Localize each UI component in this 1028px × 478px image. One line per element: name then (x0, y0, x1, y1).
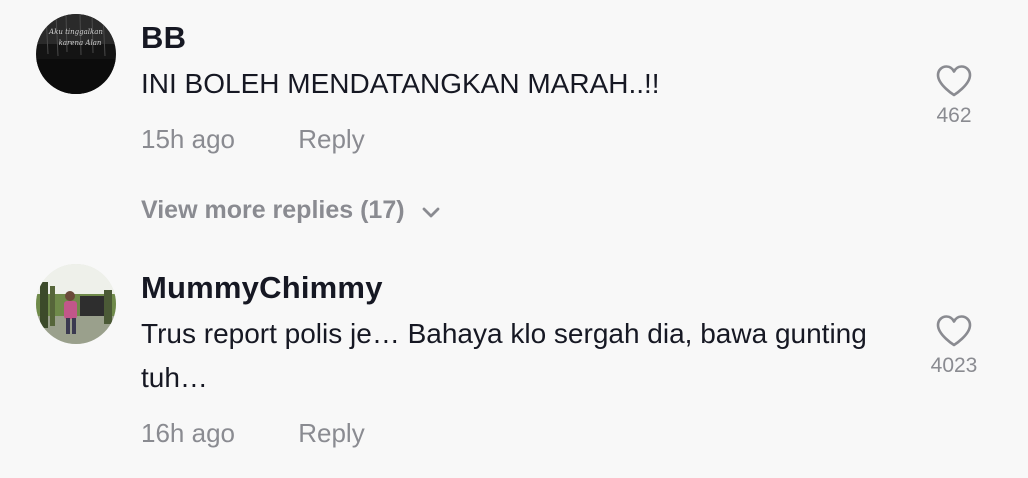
avatar[interactable] (36, 264, 116, 344)
comment-text: Trus report polis je… Bahaya klo sergah … (141, 318, 867, 393)
view-more-replies-button[interactable]: View more replies (17) (141, 196, 440, 226)
heart-outline-icon (936, 315, 972, 347)
view-more-label: View more replies (17) (141, 196, 405, 224)
comment-meta: 15h ago Reply (141, 124, 365, 155)
comment-meta: 16h ago Reply (141, 418, 365, 449)
avatar[interactable]: Aku tinggalkan karena Alan (36, 14, 116, 94)
avatar-caption-2: karena Alan (59, 39, 102, 47)
comment-username[interactable]: MummyChimmy (141, 270, 383, 306)
comment-text: INI BOLEH MENDATANGKAN MARAH..!! (141, 68, 660, 99)
heart-outline-icon (936, 65, 972, 97)
like-button[interactable]: 4023 (914, 314, 994, 378)
comment-time: 15h ago (141, 124, 235, 154)
reply-button[interactable]: Reply (298, 418, 364, 449)
chevron-down-icon (422, 197, 440, 226)
like-button[interactable]: 462 (914, 64, 994, 128)
avatar-caption-1: Aku tinggalkan (48, 28, 103, 36)
like-count: 462 (936, 104, 972, 127)
reply-button[interactable]: Reply (298, 124, 364, 155)
comment-username[interactable]: BB (141, 20, 186, 56)
like-count: 4023 (930, 354, 978, 377)
comment-time: 16h ago (141, 418, 235, 448)
